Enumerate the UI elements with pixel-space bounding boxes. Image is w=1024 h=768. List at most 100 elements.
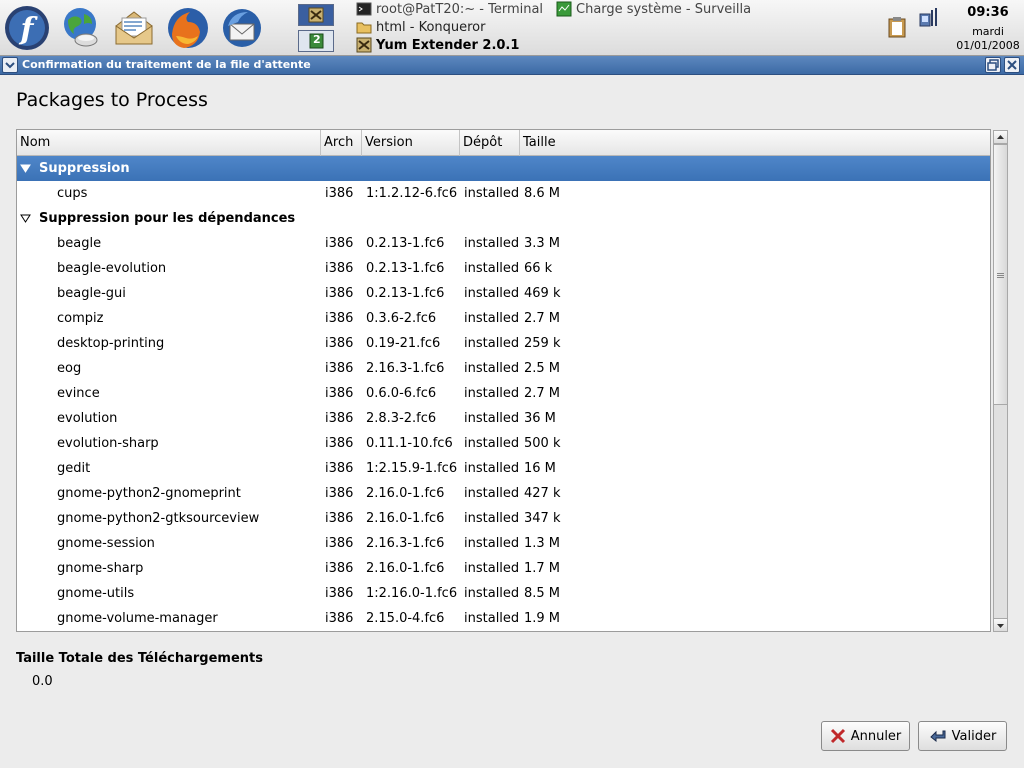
package-row[interactable]: gnome-python2-gnomeprint i386 2.16.0-1.fc6…: [17, 481, 990, 506]
package-size: 36 M: [524, 411, 556, 426]
firefox-icon[interactable]: [164, 4, 212, 52]
package-name: desktop-printing: [57, 336, 165, 351]
task-label: root@PatT20:~ - Terminal: [376, 1, 544, 17]
package-version: 2.16.3-1.fc6: [366, 361, 445, 376]
tree-vertical-scrollbar[interactable]: [993, 130, 1008, 632]
cancel-x-icon: [830, 728, 845, 744]
package-row[interactable]: gnome-utils i386 1:2.16.0-1.fc6 installed 8.…: [17, 581, 990, 606]
package-version: 1:1.2.12-6.fc6: [366, 186, 458, 201]
package-row[interactable]: desktop-printing i386 0.19-21.fc6 installed…: [17, 331, 990, 356]
thunderbird-icon[interactable]: [218, 4, 266, 52]
package-size: 2.5 M: [524, 361, 561, 376]
task-konqueror[interactable]: html - Konqueror: [356, 18, 485, 36]
terminal-icon: [356, 2, 372, 16]
dialog-titlebar[interactable]: Confirmation du traitement de la file d'…: [0, 56, 1024, 75]
tree-group-row[interactable]: Suppression pour les dépendances: [17, 206, 990, 231]
expander-triangle-icon[interactable]: [20, 164, 31, 173]
cancel-button[interactable]: Annuler: [821, 721, 910, 751]
package-row[interactable]: gnome-python2-gtksourceview i386 2.16.0-1.…: [17, 506, 990, 531]
package-version: 0.3.6-2.fc6: [366, 311, 437, 326]
network-globe-icon[interactable]: [58, 4, 106, 52]
ok-button[interactable]: Valider: [918, 721, 1007, 751]
fedora-menu-icon[interactable]: f: [3, 4, 51, 52]
package-version: 0.2.13-1.fc6: [366, 286, 445, 301]
package-size: 500 k: [524, 436, 561, 451]
package-version: 0.6.0-6.fc6: [366, 386, 437, 401]
column-header-size[interactable]: Taille: [520, 130, 990, 156]
package-size: 469 k: [524, 286, 561, 301]
package-repo: installed: [464, 611, 520, 626]
system-monitor-icon: [556, 1, 572, 17]
dialog-title: Confirmation du traitement de la file d'…: [22, 58, 311, 71]
task-label: Yum Extender 2.0.1: [376, 37, 520, 53]
column-header-version[interactable]: Version: [362, 130, 460, 156]
package-size: 2.7 M: [524, 386, 561, 401]
package-version: 2.16.0-1.fc6: [366, 511, 445, 526]
package-version: 1:2.15.9-1.fc6: [366, 461, 458, 476]
task-label: html - Konqueror: [376, 19, 486, 35]
workspace-2-pager[interactable]: 2: [298, 30, 334, 52]
column-header-name[interactable]: Nom: [17, 130, 321, 156]
package-version: 1:2.16.0-1.fc6: [366, 586, 458, 601]
close-icon: [1007, 60, 1017, 70]
clipboard-icon[interactable]: [886, 16, 908, 38]
package-name: gnome-utils: [57, 586, 135, 601]
package-row[interactable]: eog i386 2.16.3-1.fc6 installed 2.5 M: [17, 356, 990, 381]
scroll-thumb[interactable]: [994, 144, 1007, 405]
package-size: 259 k: [524, 336, 561, 351]
yum-extender-icon: [356, 37, 372, 53]
package-size: 3.3 M: [524, 236, 561, 251]
restore-icon: [987, 59, 999, 71]
package-row[interactable]: evolution i386 2.8.3-2.fc6 installed 36 M: [17, 406, 990, 431]
clock-time[interactable]: 09:36: [958, 5, 1018, 20]
package-row[interactable]: gnome-session i386 2.16.3-1.fc6 installed 1.…: [17, 531, 990, 556]
package-row[interactable]: beagle i386 0.2.13-1.fc6 installed 3.3 M: [17, 231, 990, 256]
package-name: beagle-gui: [57, 286, 126, 301]
package-row[interactable]: beagle-gui i386 0.2.13-1.fc6 installed 469 k: [17, 281, 990, 306]
package-row[interactable]: gnome-sharp i386 2.16.0-1.fc6 installed 1.7 …: [17, 556, 990, 581]
clock-day: mardi: [972, 25, 1004, 38]
package-repo: installed: [464, 386, 520, 401]
package-arch: i386: [325, 436, 354, 451]
arrow-down-icon: [997, 624, 1004, 628]
package-size: 1.3 M: [524, 536, 561, 551]
package-repo: installed: [464, 286, 520, 301]
package-row[interactable]: gedit i386 1:2.15.9-1.fc6 installed 16 M: [17, 456, 990, 481]
mail-envelope-icon[interactable]: [110, 4, 158, 52]
tree-group-row[interactable]: Suppression: [17, 156, 990, 181]
package-row[interactable]: evolution-sharp i386 0.11.1-10.fc6 installe…: [17, 431, 990, 456]
column-header-arch[interactable]: Arch: [321, 130, 362, 156]
package-size: 8.6 M: [524, 186, 561, 201]
task-system-monitor[interactable]: Charge système - Surveilla: [556, 0, 751, 18]
package-version: 0.19-21.fc6: [366, 336, 441, 351]
package-row[interactable]: gnome-volume-manager i386 2.15.0-4.fc6 inst…: [17, 606, 990, 631]
package-repo: installed: [464, 236, 520, 251]
close-button[interactable]: [1004, 57, 1020, 73]
package-size: 347 k: [524, 511, 561, 526]
column-header-repo[interactable]: Dépôt: [460, 130, 520, 156]
task-yum-extender[interactable]: Yum Extender 2.0.1: [356, 36, 519, 54]
window-menu-button[interactable]: [2, 57, 18, 73]
tree-group-label: Suppression: [39, 161, 130, 176]
packages-tree[interactable]: Nom Arch Version Dépôt Taille Suppressio…: [16, 129, 991, 632]
workspace-1-pager[interactable]: [298, 4, 334, 26]
package-version: 2.8.3-2.fc6: [366, 411, 437, 426]
scroll-down-button[interactable]: [994, 618, 1007, 631]
package-repo: installed: [464, 411, 520, 426]
scroll-up-button[interactable]: [994, 131, 1007, 144]
package-arch: i386: [325, 411, 354, 426]
package-version: 0.2.13-1.fc6: [366, 236, 445, 251]
package-repo: installed: [464, 586, 520, 601]
maximize-button[interactable]: [985, 57, 1001, 73]
package-name: gnome-sharp: [57, 561, 144, 576]
ok-button-label: Valider: [951, 728, 997, 744]
package-row[interactable]: compiz i386 0.3.6-2.fc6 installed 2.7 M: [17, 306, 990, 331]
package-row[interactable]: beagle-evolution i386 0.2.13-1.fc6 installe…: [17, 256, 990, 281]
package-repo: installed: [464, 461, 520, 476]
package-row[interactable]: evince i386 0.6.0-6.fc6 installed 2.7 M: [17, 381, 990, 406]
network-status-icon[interactable]: [918, 6, 942, 28]
package-arch: i386: [325, 461, 354, 476]
expander-triangle-icon[interactable]: [20, 214, 31, 223]
package-row[interactable]: cups i386 1:1.2.12-6.fc6 installed 8.6 M: [17, 181, 990, 206]
task-terminal[interactable]: root@PatT20:~ - Terminal: [356, 0, 543, 18]
